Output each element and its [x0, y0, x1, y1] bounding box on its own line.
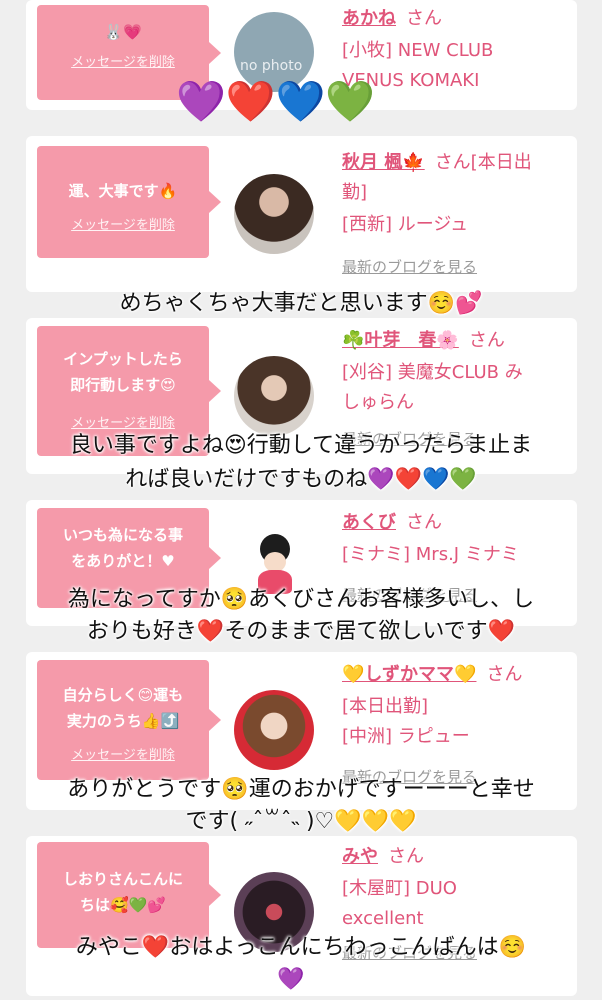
profile-info: 💛しずかママ💛 さん [本日出勤] [中洲] ラピュー 最新のブログを見る	[342, 660, 572, 787]
delete-message-link[interactable]: メッセージを削除	[37, 744, 209, 763]
delete-message-link[interactable]: メッセージを削除	[37, 214, 209, 233]
honorific: さん	[406, 8, 442, 29]
honorific-cont: 勤]	[342, 182, 368, 203]
shop-line: [小牧] NEW CLUB	[342, 40, 494, 61]
message-text: 自分らしく😊運も 実力のうち👍⤴️	[62, 686, 184, 730]
shop-line: [ミナミ] Mrs.J ミナミ	[342, 544, 519, 565]
shop-line: excellent	[342, 908, 424, 929]
profile-name-link[interactable]: みや	[342, 846, 378, 867]
message-text: いつも為になる事 をありがと！♥	[62, 526, 183, 570]
profile-name-link[interactable]: ☘️叶芽 春🌸	[342, 330, 459, 351]
honorific: さん	[388, 846, 424, 867]
profile-name-link[interactable]: 💛しずかママ💛	[342, 664, 476, 685]
profile-name-link[interactable]: あくび	[342, 512, 396, 533]
honorific: さん	[486, 664, 523, 685]
profile-info: 秋月 楓🍁 さん[本日出 勤] [西新] ルージュ 最新のブログを見る	[342, 148, 572, 277]
overlay-caption: れば良いだけですものね💜❤️💙💚	[125, 467, 477, 492]
overlay-caption: 良い事ですよね😍行動して違うかったらま止ま	[69, 433, 533, 458]
avatar-illustration	[264, 552, 286, 572]
overlay-heart: 💜	[277, 967, 305, 992]
honorific: さん[本日出	[434, 152, 532, 173]
shop-line: しゅらん	[342, 392, 414, 413]
shop-line: [木屋町] DUO	[342, 878, 457, 899]
message-text: 🐰💗	[104, 23, 142, 41]
profile-name-link[interactable]: あかね	[342, 8, 396, 29]
message-text: インプットしたら 即行動します😍	[63, 350, 183, 394]
latest-blog-link[interactable]: 最新のブログを見る	[342, 256, 572, 277]
honorific: さん	[468, 330, 505, 351]
delete-message-link[interactable]: メッセージを削除	[37, 412, 209, 431]
profile-name-link[interactable]: 秋月 楓🍁	[342, 152, 425, 173]
avatar[interactable]	[234, 690, 314, 770]
profile-info: あかね さん [小牧] NEW CLUB VENUS KOMAKI	[342, 4, 572, 96]
shop-line: [刈谷] 美魔女CLUB み	[342, 362, 523, 383]
shop-line: [西新] ルージュ	[342, 214, 469, 235]
honorific: さん	[406, 512, 442, 533]
message-bubble: 自分らしく😊運も 実力のうち👍⤴️ メッセージを削除	[37, 660, 221, 780]
avatar[interactable]	[234, 174, 314, 254]
message-card: 運、大事です🔥 メッセージを削除 秋月 楓🍁 さん[本日出 勤] [西新] ルージ…	[26, 136, 577, 292]
overlay-caption: みやこ❤️おはよっこんにちわっこんばんは☺️	[75, 935, 527, 960]
avatar-placeholder-text: no photo	[240, 58, 303, 74]
message-text: 運、大事です🔥	[68, 182, 178, 200]
overlay-caption: ありがとうです🥺運のおかげですーーーと幸せ	[67, 777, 535, 802]
message-bubble: 運、大事です🔥 メッセージを削除	[37, 146, 221, 258]
overlay-caption: おりも好き❤️そのままで居て欲しいです❤️	[86, 619, 516, 644]
overlay-caption: 為になってすか🥺あくびさんお客様多いし、し	[67, 587, 535, 612]
overlay-caption: めちゃくちゃ大事だと思います☺️💕	[119, 291, 483, 316]
overlay-caption: です( ˶ˆ꒳ˆ˵ )♡💛💛💛	[185, 809, 417, 834]
message-text: しおりさんこんに ちは🥰💚💕	[62, 870, 183, 914]
shop-line: VENUS KOMAKI	[342, 70, 480, 91]
shop-line: [中洲] ラピュー	[342, 726, 470, 747]
shop-line: [本日出勤]	[342, 696, 429, 717]
delete-message-link[interactable]: メッセージを削除	[37, 51, 209, 70]
overlay-hearts: 💜❤️💙💚	[176, 79, 376, 125]
avatar[interactable]	[234, 356, 314, 436]
